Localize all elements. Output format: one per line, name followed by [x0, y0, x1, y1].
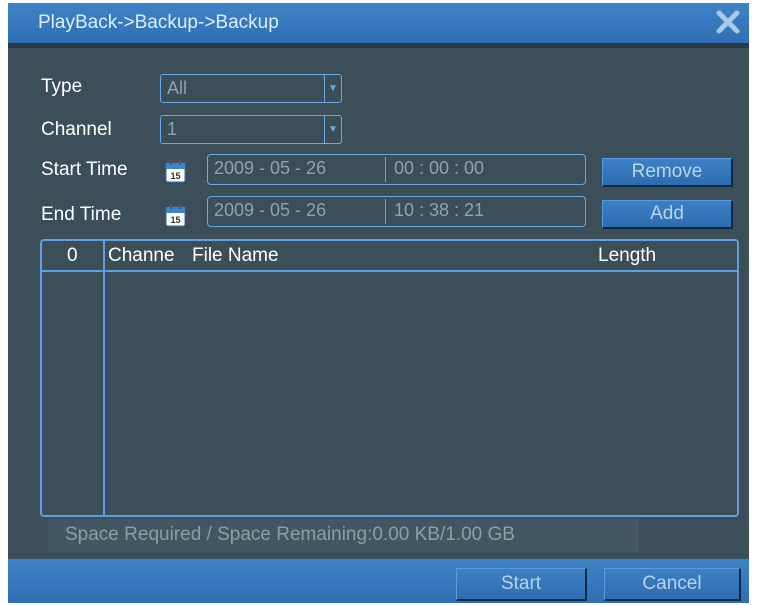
- col-index-header[interactable]: 0: [67, 245, 78, 267]
- calendar-icon[interactable]: 15: [165, 160, 186, 183]
- calendar-icon[interactable]: 15: [165, 204, 186, 227]
- svg-text:15: 15: [170, 215, 180, 225]
- chevron-down-icon[interactable]: ▼: [324, 116, 341, 143]
- channel-select[interactable]: 1 ▼: [160, 115, 342, 144]
- svg-text:15: 15: [170, 171, 180, 181]
- channel-label: Channel: [41, 119, 112, 140]
- space-status-text: Space Required / Space Remaining:0.00 KB…: [65, 524, 515, 545]
- backup-file-table[interactable]: 0 Channe File Name Length: [40, 239, 739, 517]
- title-bar: PlayBack->Backup->Backup: [8, 3, 749, 43]
- end-date[interactable]: 2009 - 05 - 26: [214, 200, 326, 221]
- start-datetime-field[interactable]: 2009 - 05 - 26 00 : 00 : 00: [207, 154, 586, 185]
- close-icon[interactable]: [715, 9, 741, 35]
- end-datetime-field[interactable]: 2009 - 05 - 26 10 : 38 : 21: [207, 196, 586, 227]
- start-date[interactable]: 2009 - 05 - 26: [214, 158, 326, 179]
- end-time-label: End Time: [41, 204, 122, 225]
- col-channel-header[interactable]: Channe: [108, 245, 175, 267]
- add-button[interactable]: Add: [602, 200, 733, 229]
- col-filename-header[interactable]: File Name: [192, 245, 279, 267]
- bottom-bar: Start Cancel: [8, 559, 749, 603]
- cancel-button[interactable]: Cancel: [604, 568, 741, 601]
- space-status-bar: Space Required / Space Remaining:0.00 KB…: [48, 519, 639, 552]
- type-label: Type: [41, 76, 83, 97]
- col-length-header[interactable]: Length: [598, 245, 656, 267]
- table-header-divider: [42, 270, 737, 272]
- type-select[interactable]: All ▼: [160, 74, 342, 103]
- start-button[interactable]: Start: [456, 568, 587, 601]
- type-value: All: [167, 78, 188, 98]
- dialog-title: PlayBack->Backup->Backup: [38, 12, 279, 33]
- channel-value: 1: [167, 119, 178, 139]
- datetime-divider: [385, 199, 386, 224]
- table-column-divider: [103, 241, 105, 515]
- start-time-label: Start Time: [41, 159, 128, 180]
- datetime-divider: [385, 157, 386, 182]
- title-separator: [8, 43, 749, 48]
- chevron-down-icon[interactable]: ▼: [324, 75, 341, 102]
- remove-button[interactable]: Remove: [602, 158, 733, 187]
- start-clock[interactable]: 00 : 00 : 00: [394, 158, 484, 179]
- backup-dialog: PlayBack->Backup->Backup Type All ▼ Chan…: [8, 3, 749, 603]
- end-clock[interactable]: 10 : 38 : 21: [394, 200, 484, 221]
